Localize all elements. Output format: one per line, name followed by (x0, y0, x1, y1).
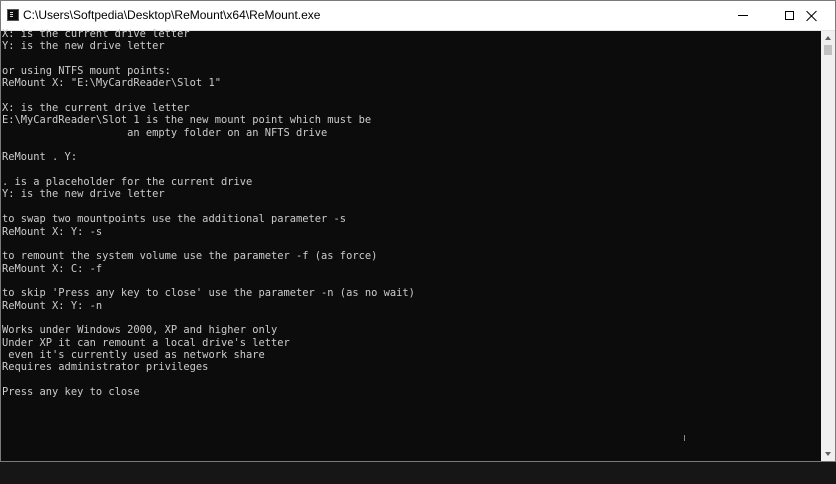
console-line: ReMount . Y: (2, 151, 78, 164)
minimize-icon (738, 15, 748, 16)
window-title: C:\Users\Softpedia\Desktop\ReMount\x64\R… (23, 8, 321, 22)
console-line: an empty folder on an NFTS drive (2, 126, 328, 139)
console-app-icon[interactable] (7, 9, 19, 21)
console-line: ReMount X: C: -f (2, 262, 103, 275)
console-line: Press any key to close (2, 385, 140, 398)
console-line: or using NTFS mount points: (2, 65, 171, 78)
console-line: to remount the system volume use the par… (2, 250, 378, 263)
scroll-up-arrow-icon[interactable] (821, 31, 835, 45)
console-line: X: is the current drive letter (2, 102, 190, 115)
scroll-down-arrow-icon[interactable] (821, 447, 835, 461)
console-line: to swap two mountpoints use the addition… (2, 213, 347, 226)
console-line: Y: is the new drive letter (2, 188, 165, 201)
desktop-backdrop (0, 462, 836, 484)
console-output[interactable]: X: is the current drive letter Y: is the … (2, 28, 820, 461)
title-bar[interactable]: C:\Users\Softpedia\Desktop\ReMount\x64\R… (1, 1, 835, 31)
text-cursor (684, 435, 685, 441)
minimize-button[interactable] (720, 1, 766, 30)
console-line: Requires administrator privileges (2, 361, 209, 374)
console-line: E:\MyCardReader\Slot 1 is the new mount … (2, 114, 372, 127)
scroll-thumb[interactable] (824, 45, 832, 55)
vertical-scrollbar[interactable] (821, 31, 835, 461)
console-line: Under XP it can remount a local drive's … (2, 336, 290, 349)
console-line: Y: is the new drive letter (2, 40, 165, 53)
console-line: ReMount X: Y: -n (2, 299, 103, 312)
close-icon (806, 10, 818, 22)
console-line: ReMount X: "E:\MyCardReader\Slot 1" (2, 77, 221, 90)
console-line: . is a placeholder for the current drive (2, 176, 253, 189)
console-line: even it's currently used as network shar… (2, 348, 265, 361)
console-window: C:\Users\Softpedia\Desktop\ReMount\x64\R… (0, 0, 836, 462)
close-button[interactable] (789, 1, 835, 30)
console-line: to skip 'Press any key to close' use the… (2, 287, 415, 300)
console-line: ReMount X: Y: -s (2, 225, 103, 238)
console-line: Works under Windows 2000, XP and higher … (2, 324, 278, 337)
console-line: X: is the current drive letter (2, 28, 190, 40)
